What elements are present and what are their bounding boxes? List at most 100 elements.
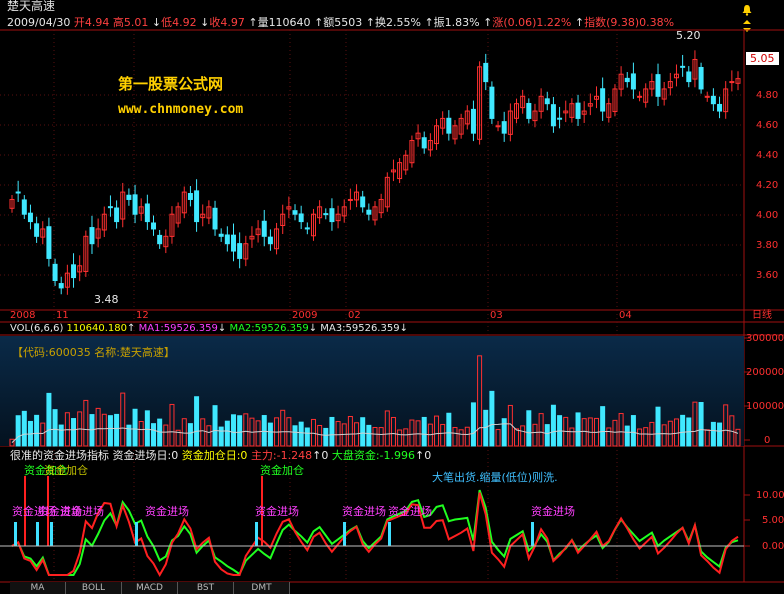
price-axis-label: 4.00 [756, 210, 779, 221]
candle-body [446, 117, 452, 134]
indicator-main: 主力:-1.248 [250, 449, 313, 462]
candle-body [151, 222, 157, 230]
signal-in-label: 资金进场 [145, 505, 189, 518]
volume-bar [421, 416, 427, 447]
indicator-axis-label: 5.00 [762, 515, 784, 526]
candle-body [637, 95, 643, 98]
volume-bar [132, 408, 138, 447]
candle-body [680, 65, 686, 68]
candle-body [347, 198, 353, 201]
volume-bar [230, 414, 236, 447]
candle-body [71, 264, 77, 279]
candle-body [157, 234, 163, 245]
candle-body [218, 233, 224, 237]
volume-ma1: MA1:59526.359 [138, 323, 218, 334]
volume-bar [71, 418, 77, 447]
price-axis-label: 4.20 [756, 180, 779, 191]
volume-bar [187, 423, 193, 447]
date-axis-label: 12 [136, 310, 149, 321]
volume-bar [212, 405, 218, 447]
indicator-axis-label: 0.00 [762, 541, 784, 552]
candle-body [686, 71, 692, 83]
signal-bar [135, 522, 138, 546]
date-axis-label: 11 [56, 310, 69, 321]
signal-bar [343, 522, 346, 546]
indicator-header: 很准的资金进场指标 资金进场日:0 资金加仓日:0 主力:-1.248↑0 大盘… [10, 449, 432, 462]
volume-bar [267, 422, 273, 447]
volume-bar [710, 421, 716, 447]
min-price-marker: 3.48 [94, 293, 119, 306]
candle-body [15, 191, 21, 194]
candle-body [298, 213, 304, 223]
candle-body [126, 194, 132, 200]
candle-body [704, 95, 710, 98]
volume-bar [526, 410, 532, 447]
candle-body [237, 243, 243, 259]
candle-body [323, 213, 329, 216]
indicator-axis-label: 10.00 [756, 490, 784, 501]
volume-bar [624, 425, 630, 447]
logo-line2: www.chnmoney.com [118, 102, 244, 117]
date-axis-label: 02 [348, 310, 361, 321]
volume-bar [298, 421, 304, 447]
indicator-add-day: 资金加仓日:0 [181, 449, 248, 462]
candle-body [21, 199, 27, 215]
volume-bar [698, 402, 704, 447]
volume-axis-label: 0 [764, 435, 771, 446]
volume-bar [470, 402, 476, 447]
candle-body [212, 207, 218, 230]
volume-bar [489, 390, 495, 447]
tab-bst[interactable]: BST [178, 582, 234, 594]
candle-body [304, 227, 310, 230]
volume-bar [218, 426, 224, 447]
volume-bar [194, 396, 200, 447]
signal-in-label: 资金进场 [531, 505, 575, 518]
volume-bar [329, 416, 335, 447]
candle-body [58, 283, 64, 289]
candle-body [544, 98, 550, 105]
candle-body [329, 208, 335, 223]
current-price-tag: 5.05 [746, 52, 779, 65]
date-axis-label: 2008 [10, 310, 36, 321]
signal-bar [36, 522, 39, 546]
volume-axis-label: 300000 [746, 333, 784, 344]
signal-in-label: 资金进场 [60, 505, 104, 518]
candle-body [114, 207, 120, 223]
candle-body [267, 236, 273, 245]
indicator-series [11, 476, 739, 578]
volume-axis-label: 200000 [746, 367, 784, 378]
candle-body [624, 77, 630, 83]
candle-body [89, 227, 95, 245]
volume-bar [630, 415, 636, 447]
price-axis-label: 3.80 [756, 240, 779, 251]
candle-body [144, 203, 150, 223]
period-selector[interactable]: 日线 [752, 309, 772, 322]
volume-bar [292, 425, 298, 447]
volume-bar [58, 424, 64, 447]
volume-value: 110640.180 [66, 323, 127, 334]
tab-macd[interactable]: MACD [122, 582, 178, 594]
volume-bar [107, 415, 113, 447]
volume-bar [483, 409, 489, 447]
signal-add-label: 资金加仓 [44, 464, 88, 477]
price-axis-label: 4.40 [756, 150, 779, 161]
candle-body [630, 73, 636, 90]
price-axis-label: 3.60 [756, 270, 779, 281]
indicator-name: 很准的资金进场指标 [10, 449, 109, 462]
volume-bar [366, 424, 372, 447]
volume-bar [655, 406, 661, 447]
candle-body [194, 190, 200, 223]
candle-body [27, 212, 33, 223]
signal-add-label: 资金加仓 [260, 464, 304, 477]
tab-dmt[interactable]: DMT [234, 582, 290, 594]
candle-body [52, 263, 58, 282]
candle-body [107, 206, 113, 209]
tab-boll[interactable]: BOLL [66, 582, 122, 594]
indicator-note: 大笔出货.缩量(低位)则洗. [432, 471, 558, 484]
candle-body [501, 121, 507, 134]
tab-ma[interactable]: MA [10, 582, 66, 594]
indicator-in-day: 资金进场日:0 [112, 449, 179, 462]
price-axis-label: 4.80 [756, 90, 779, 101]
max-price-marker: 5.20 [676, 29, 701, 42]
candle-body [132, 194, 138, 215]
